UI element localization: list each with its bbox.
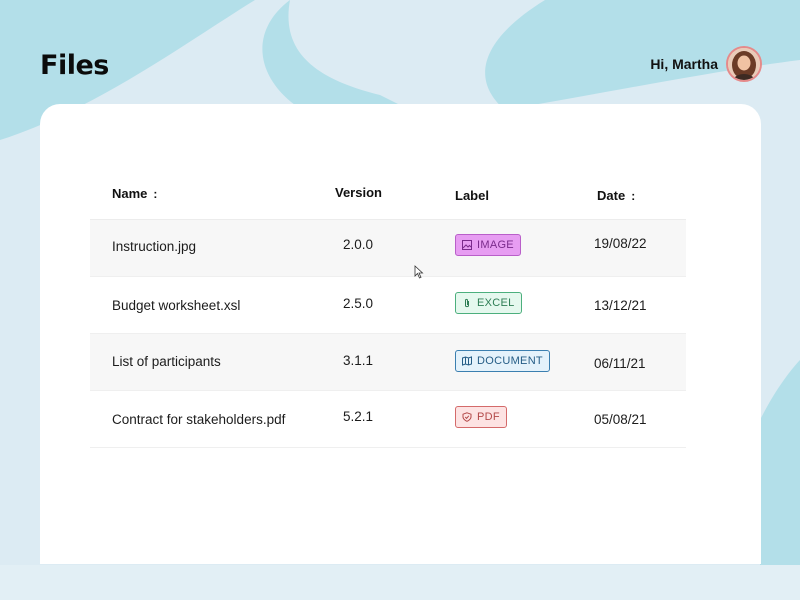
badge-text: PDF — [477, 411, 500, 423]
file-date: 06/11/21 — [594, 356, 646, 371]
column-header-date[interactable]: Date : — [597, 188, 635, 203]
file-version: 2.5.0 — [343, 296, 374, 311]
label-badge-image[interactable]: IMAGE — [455, 234, 521, 256]
image-icon — [462, 240, 472, 250]
files-table: Name : Version Label Date : Instruction.… — [90, 174, 686, 448]
user-greeting: Hi, Martha — [650, 56, 718, 72]
column-header-label: Label — [455, 188, 489, 203]
column-label: Name — [112, 186, 148, 201]
table-header: Name : Version Label Date : — [90, 174, 686, 220]
file-name[interactable]: Budget worksheet.xsl — [112, 298, 240, 313]
label-badge-document[interactable]: DOCUMENT — [455, 350, 550, 372]
column-label: Label — [455, 188, 489, 203]
badge-text: IMAGE — [477, 239, 514, 251]
table-row[interactable]: Contract for stakeholders.pdf 5.2.1 PDF … — [90, 391, 686, 448]
sort-icon[interactable]: : — [153, 188, 157, 200]
user-menu[interactable]: Hi, Martha — [650, 46, 762, 82]
column-label: Date — [597, 188, 626, 203]
page-title: Files — [40, 50, 109, 81]
file-name[interactable]: List of participants — [112, 354, 221, 369]
table-row[interactable]: List of participants 3.1.1 DOCUMENT 06/1… — [90, 334, 686, 391]
table-row[interactable]: Instruction.jpg 2.0.0 IMAGE 19/08/22 — [90, 220, 686, 277]
column-header-version: Version — [335, 185, 382, 200]
label-badge-excel[interactable]: EXCEL — [455, 292, 522, 314]
paperclip-icon — [465, 298, 469, 308]
column-header-name[interactable]: Name : — [112, 186, 157, 201]
badge-text: EXCEL — [477, 297, 515, 309]
label-badge-pdf[interactable]: PDF — [455, 406, 507, 428]
shield-icon — [462, 412, 472, 422]
sort-icon[interactable]: : — [631, 190, 635, 202]
badge-text: DOCUMENT — [477, 355, 543, 367]
column-label: Version — [335, 185, 382, 200]
file-version: 3.1.1 — [343, 353, 374, 368]
file-version: 2.0.0 — [343, 237, 374, 252]
file-name[interactable]: Contract for stakeholders.pdf — [112, 412, 285, 427]
map-icon — [462, 356, 472, 366]
file-version: 5.2.1 — [343, 409, 374, 424]
table-row[interactable]: Budget worksheet.xsl 2.5.0 EXCEL 13/12/2… — [90, 277, 686, 334]
file-name[interactable]: Instruction.jpg — [112, 239, 196, 254]
mouse-cursor-icon — [414, 265, 424, 279]
files-card: Name : Version Label Date : Instruction.… — [40, 104, 761, 564]
file-date: 05/08/21 — [594, 412, 647, 427]
avatar[interactable] — [726, 46, 762, 82]
user-avatar-icon — [728, 48, 760, 80]
file-date: 13/12/21 — [594, 298, 647, 313]
file-date: 19/08/22 — [594, 236, 647, 251]
